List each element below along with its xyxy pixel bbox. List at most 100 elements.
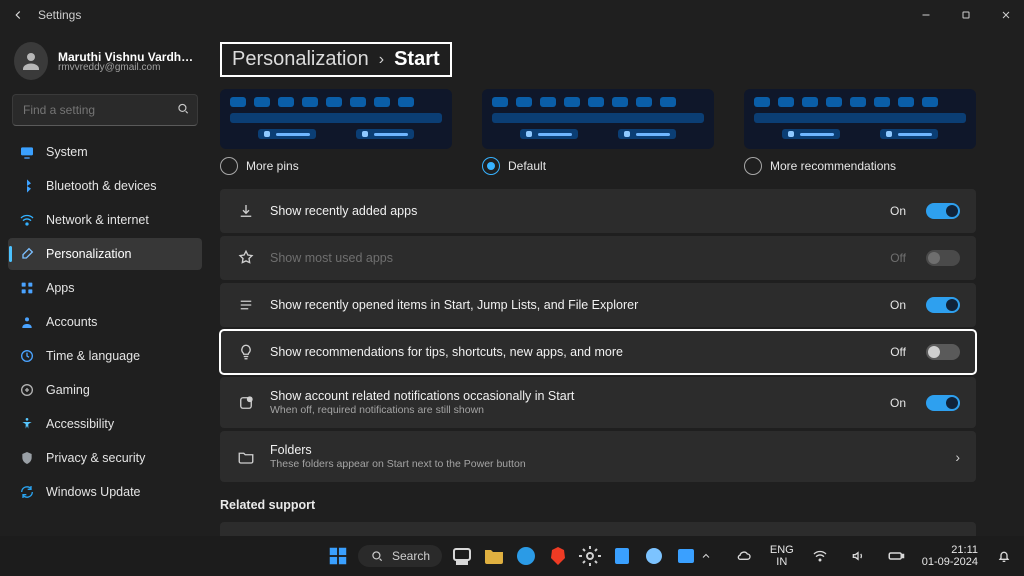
search-input[interactable]: [12, 94, 198, 126]
task-view-icon[interactable]: [450, 544, 474, 568]
toggle-switch[interactable]: [926, 203, 960, 219]
language-indicator[interactable]: ENGIN: [770, 544, 794, 568]
option-default[interactable]: Default: [482, 157, 714, 175]
clock[interactable]: 21:11 01-09-2024: [922, 544, 978, 568]
sidebar-item-privacy[interactable]: Privacy & security: [8, 442, 202, 474]
maximize-button[interactable]: [956, 5, 976, 25]
taskbar: Search ENGIN 21:11 01-09-2024: [0, 536, 1024, 576]
explorer-icon[interactable]: [482, 544, 506, 568]
row-state: On: [890, 204, 906, 218]
clock-time: 21:11: [951, 544, 978, 556]
window-title: Settings: [38, 8, 81, 22]
breadcrumb-parent[interactable]: Personalization: [232, 48, 369, 71]
sidebar-item-gaming[interactable]: Gaming: [8, 374, 202, 406]
globe-clock-icon: [18, 347, 36, 365]
apps-icon: [18, 279, 36, 297]
row-state: On: [890, 298, 906, 312]
toggle-switch: [926, 250, 960, 266]
sidebar-item-update[interactable]: Windows Update: [8, 476, 202, 508]
photos-icon[interactable]: [674, 544, 698, 568]
profile-card[interactable]: Maruthi Vishnu Vardhan Redd... rmvvreddy…: [8, 36, 202, 90]
settings-list: Show recently added apps On Show most us…: [220, 189, 976, 482]
breadcrumb-current: Start: [394, 48, 440, 71]
search-container: [12, 94, 198, 126]
toggle-switch[interactable]: [926, 344, 960, 360]
sidebar-item-bluetooth[interactable]: Bluetooth & devices: [8, 170, 202, 202]
brush-icon: [18, 245, 36, 263]
sidebar-item-system[interactable]: System: [8, 136, 202, 168]
row-folders[interactable]: Folders These folders appear on Start ne…: [220, 431, 976, 482]
edge-icon[interactable]: [514, 544, 538, 568]
sidebar-item-apps[interactable]: Apps: [8, 272, 202, 304]
avatar: [14, 42, 48, 80]
close-button[interactable]: [996, 5, 1016, 25]
sidebar-item-label: Privacy & security: [46, 451, 145, 465]
row-help[interactable]: Help with Start ›: [220, 522, 976, 536]
start-button-icon[interactable]: [326, 544, 350, 568]
copilot-icon[interactable]: [642, 544, 666, 568]
search-icon: [176, 102, 190, 119]
row-label: Show recently opened items in Start, Jum…: [270, 298, 876, 312]
layout-options: More pins Default More recommendations: [220, 157, 976, 175]
radio-icon: [220, 157, 238, 175]
option-more-recommendations[interactable]: More recommendations: [744, 157, 976, 175]
breadcrumb: Personalization › Start: [220, 42, 452, 77]
brave-icon[interactable]: [546, 544, 570, 568]
row-label: Folders These folders appear on Start ne…: [270, 443, 935, 470]
sidebar-item-personalization[interactable]: Personalization: [8, 238, 202, 270]
sidebar-item-label: Bluetooth & devices: [46, 179, 157, 193]
sidebar-item-label: Gaming: [46, 383, 90, 397]
row-label: Show account related notifications occas…: [270, 389, 876, 416]
wifi-tray-icon[interactable]: [808, 544, 832, 568]
sidebar: Maruthi Vishnu Vardhan Redd... rmvvreddy…: [0, 30, 210, 536]
content-area: Personalization › Start: [210, 30, 1024, 536]
update-icon: [18, 483, 36, 501]
sidebar-item-accessibility[interactable]: Accessibility: [8, 408, 202, 440]
layout-thumb-more-pins[interactable]: [220, 89, 452, 149]
layout-thumb-more-recommendations[interactable]: [744, 89, 976, 149]
row-state: Off: [890, 345, 906, 359]
row-label: Show most used apps: [270, 251, 876, 265]
badge-icon: [236, 393, 256, 413]
sidebar-item-time[interactable]: Time & language: [8, 340, 202, 372]
sidebar-item-accounts[interactable]: Accounts: [8, 306, 202, 338]
taskbar-search-label: Search: [392, 549, 430, 563]
clock-date: 01-09-2024: [922, 556, 978, 568]
taskbar-search[interactable]: Search: [358, 545, 442, 567]
title-bar: Settings: [0, 0, 1024, 30]
download-icon: [236, 201, 256, 221]
back-button[interactable]: [8, 5, 28, 25]
sidebar-item-label: Apps: [46, 281, 75, 295]
wifi-icon: [18, 211, 36, 229]
row-recent-apps[interactable]: Show recently added apps On: [220, 189, 976, 233]
row-state: On: [890, 396, 906, 410]
sidebar-item-label: Windows Update: [46, 485, 141, 499]
sidebar-item-network[interactable]: Network & internet: [8, 204, 202, 236]
option-more-pins[interactable]: More pins: [220, 157, 452, 175]
related-title: Related support: [220, 498, 976, 512]
bulb-icon: [236, 342, 256, 362]
layout-thumbnails: [220, 89, 976, 149]
row-title: Folders: [270, 443, 312, 457]
row-recent-items[interactable]: Show recently opened items in Start, Jum…: [220, 283, 976, 327]
minimize-button[interactable]: [916, 5, 936, 25]
notes-icon[interactable]: [610, 544, 634, 568]
volume-tray-icon[interactable]: [846, 544, 870, 568]
toggle-switch[interactable]: [926, 395, 960, 411]
sidebar-item-label: Network & internet: [46, 213, 149, 227]
layout-thumb-default[interactable]: [482, 89, 714, 149]
row-recommendations[interactable]: Show recommendations for tips, shortcuts…: [220, 330, 976, 374]
folder-icon: [236, 447, 256, 467]
settings-icon[interactable]: [578, 544, 602, 568]
cloud-icon[interactable]: [732, 544, 756, 568]
gaming-icon: [18, 381, 36, 399]
chevron-right-icon: ›: [955, 449, 960, 465]
chevron-right-icon: ›: [379, 51, 384, 69]
option-label: More recommendations: [770, 159, 896, 173]
toggle-switch[interactable]: [926, 297, 960, 313]
notifications-icon[interactable]: [992, 544, 1016, 568]
sidebar-item-label: System: [46, 145, 88, 159]
option-label: Default: [508, 159, 546, 173]
battery-tray-icon[interactable]: [884, 544, 908, 568]
row-account-notifs[interactable]: Show account related notifications occas…: [220, 377, 976, 428]
